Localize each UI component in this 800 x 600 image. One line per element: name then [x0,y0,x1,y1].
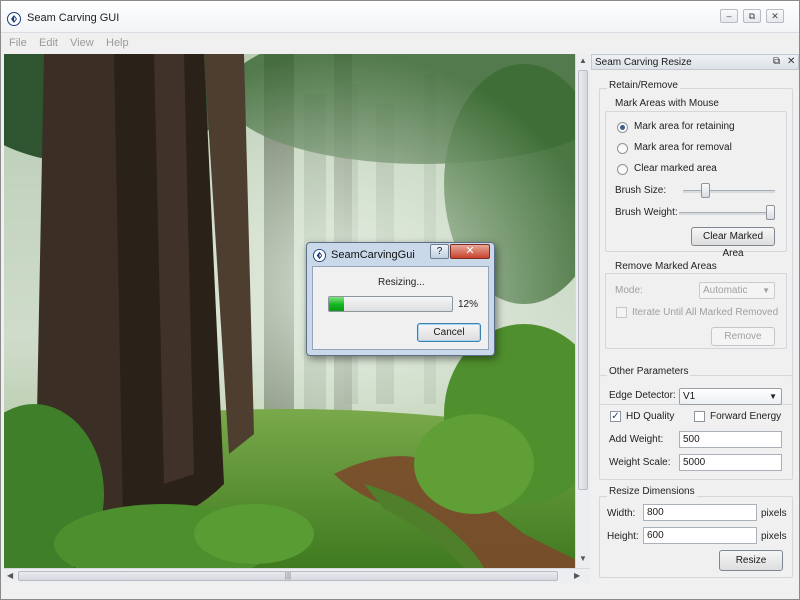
progress-bar-fill [329,297,344,311]
dock-title-bar[interactable]: Seam Carving Resize ⧉ ✕ [591,54,799,70]
menu-view[interactable]: View [70,37,94,49]
mode-select-value: Automatic [703,285,748,296]
restore-icon[interactable]: ⧉ [743,9,761,23]
brush-weight-slider[interactable] [679,212,775,215]
progress-percent: 12% [458,299,479,310]
iterate-checkbox[interactable] [616,307,627,318]
vertical-scroll-thumb[interactable] [578,70,588,490]
add-weight-label: Add Weight: [609,434,664,445]
scroll-down-icon[interactable]: ▼ [579,554,587,563]
app-logo-icon [7,12,21,26]
dialog-close-icon[interactable]: ✕ [450,244,490,259]
mode-select[interactable]: Automatic ▼ [699,282,775,299]
menu-help[interactable]: Help [106,37,129,49]
radio-mark-retain-label[interactable]: Mark area for retaining [634,121,735,132]
clear-marked-area-button[interactable]: Clear Marked Area [691,227,775,259]
iterate-label: Iterate Until All Marked Removed [632,307,779,318]
title-bar: Seam Carving GUI – ⧉ ✕ [1,1,799,33]
other-parameters-title: Other Parameters [607,366,691,377]
radio-mark-removal-label[interactable]: Mark area for removal [634,142,732,153]
dialog-title: SeamCarvingGui [331,249,415,261]
brush-weight-slider-handle[interactable] [766,205,775,220]
menu-file[interactable]: File [9,37,27,49]
menu-edit[interactable]: Edit [39,37,58,49]
progress-dialog: SeamCarvingGui ? ✕ Resizing... 12% Cance… [306,242,495,356]
chevron-down-icon: ▼ [762,286,770,295]
close-icon[interactable]: ✕ [766,9,784,23]
progress-bar [328,296,453,312]
height-label: Height: [607,531,639,542]
cancel-button[interactable]: Cancel [417,323,481,342]
brush-size-label: Brush Size: [615,185,667,196]
edge-detector-select[interactable]: V1 ▼ [679,388,782,405]
retain-remove-title: Retain/Remove [607,80,680,91]
window-title: Seam Carving GUI [27,12,120,24]
radio-mark-removal[interactable] [617,143,628,154]
resizing-message: Resizing... [378,277,425,288]
height-unit-label: pixels [761,531,787,542]
weight-scale-input[interactable]: 5000 [679,454,782,471]
weight-scale-label: Weight Scale: [609,457,671,468]
horizontal-scroll-thumb[interactable]: ||| [18,571,558,581]
radio-clear-marked-label[interactable]: Clear marked area [634,163,717,174]
edge-detector-value: V1 [683,391,696,402]
hd-quality-label[interactable]: HD Quality [626,411,674,422]
app-logo-icon [313,249,326,262]
scroll-left-icon[interactable]: ◀ [7,571,13,580]
seam-carving-dock: Seam Carving Resize ⧉ ✕ Retain/Remove Ma… [591,54,799,584]
mark-areas-title: Mark Areas with Mouse [613,98,721,109]
minimize-icon[interactable]: – [720,9,738,23]
height-input[interactable]: 600 [643,527,757,544]
forward-energy-checkbox[interactable] [694,411,705,422]
brush-size-slider[interactable] [683,190,775,193]
resize-button[interactable]: Resize [719,550,783,571]
radio-mark-retain[interactable] [617,122,628,133]
remove-marked-title: Remove Marked Areas [613,261,719,272]
chevron-down-icon: ▼ [769,392,777,401]
remove-button[interactable]: Remove [711,327,775,346]
brush-weight-label: Brush Weight: [615,207,678,218]
radio-clear-marked[interactable] [617,164,628,175]
scroll-right-icon[interactable]: ▶ [574,571,580,580]
resize-dimensions-title: Resize Dimensions [607,486,697,497]
vertical-scrollbar[interactable]: ▲ ▼ [575,54,590,568]
main-window: Seam Carving GUI – ⧉ ✕ File Edit View He… [0,0,800,600]
scroll-up-icon[interactable]: ▲ [579,56,587,65]
width-input[interactable]: 800 [643,504,757,521]
float-icon[interactable]: ⧉ [773,56,780,67]
width-label: Width: [607,508,636,519]
horizontal-scrollbar[interactable]: ◀ ||| ▶ [4,568,590,583]
dock-close-icon[interactable]: ✕ [787,56,795,67]
edge-detector-label: Edge Detector: [609,390,676,401]
hd-quality-checkbox[interactable]: ✓ [610,411,621,422]
forward-energy-label[interactable]: Forward Energy [710,411,781,422]
brush-size-slider-handle[interactable] [701,183,710,198]
help-icon[interactable]: ? [430,244,449,259]
width-unit-label: pixels [761,508,787,519]
dialog-body: Resizing... 12% Cancel [312,266,489,350]
dock-title: Seam Carving Resize [595,57,692,68]
mode-label: Mode: [615,285,643,296]
menu-bar: File Edit View Help [1,33,799,53]
add-weight-input[interactable]: 500 [679,431,782,448]
